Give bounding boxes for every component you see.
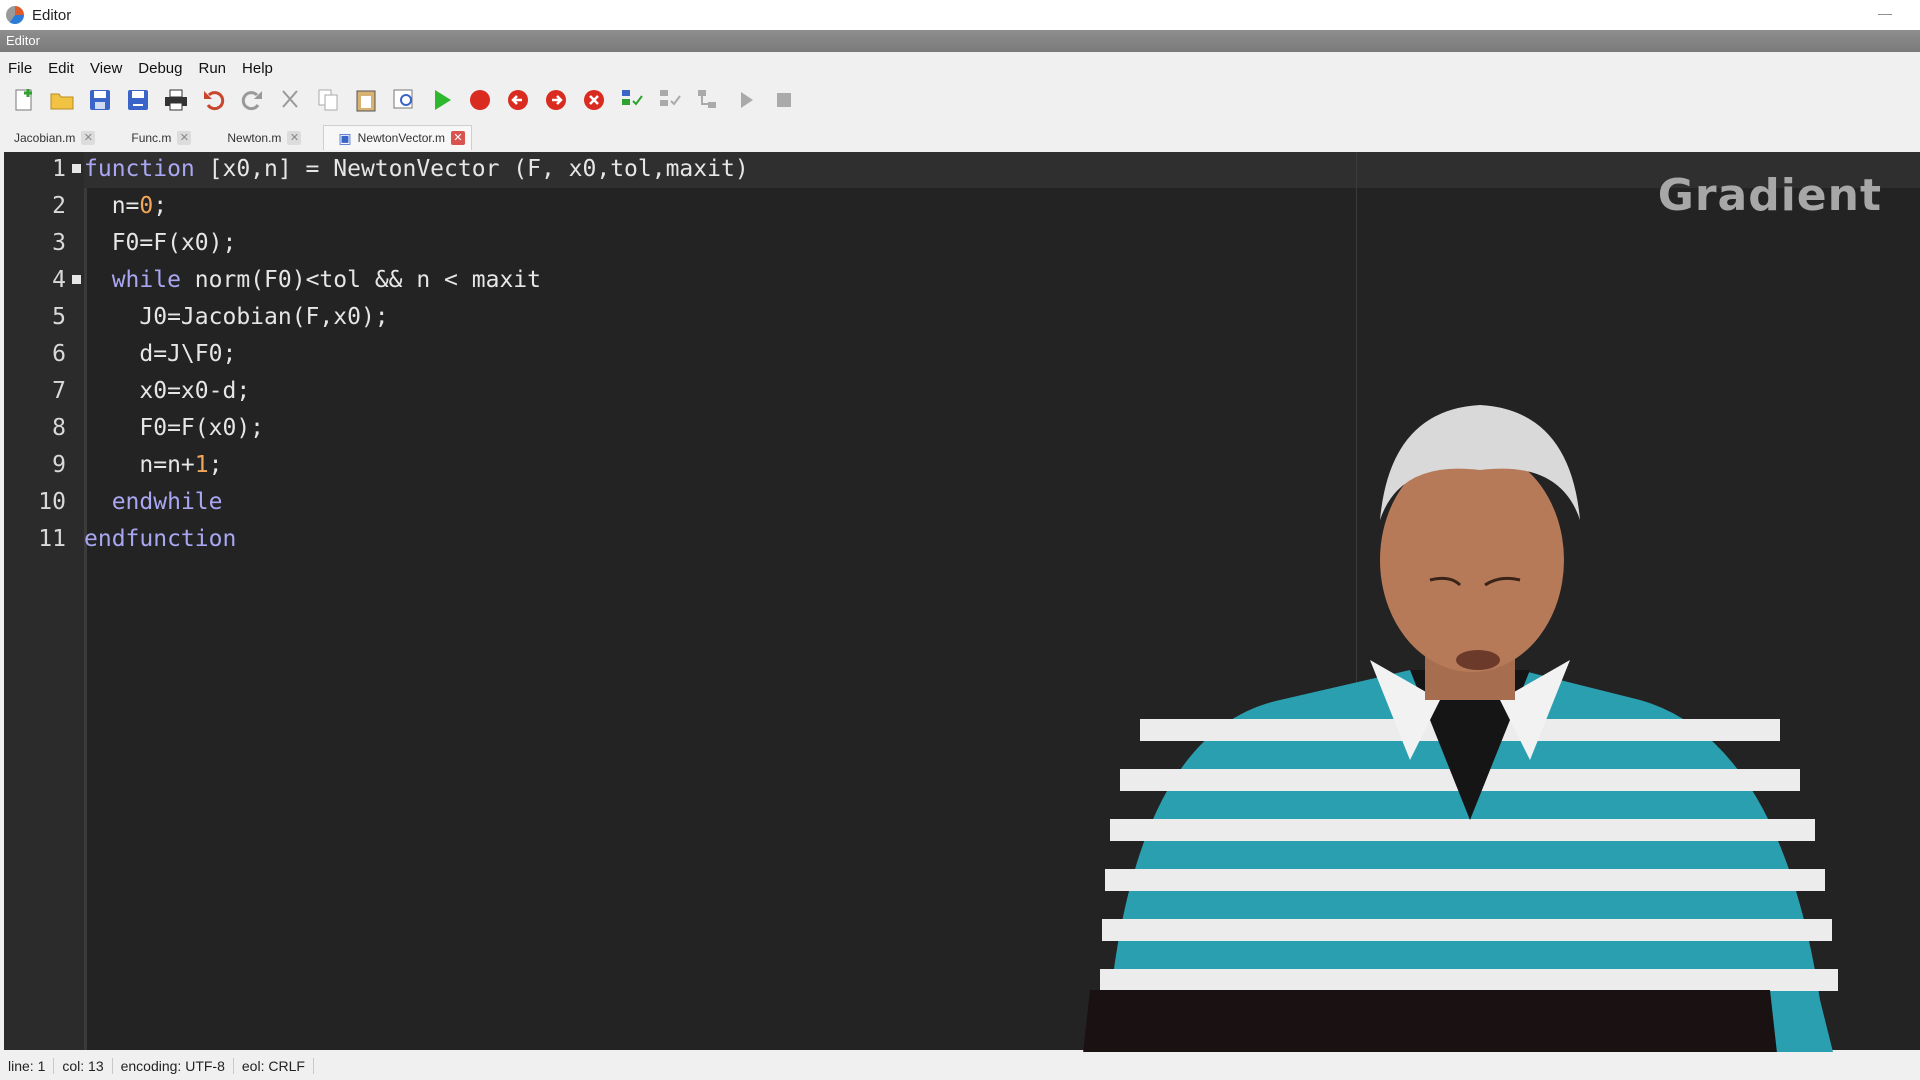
- window-title: Editor: [32, 6, 72, 24]
- previous-breakpoint-icon[interactable]: [504, 86, 532, 114]
- save-icon: ▣: [338, 129, 352, 146]
- menu-view[interactable]: View: [82, 60, 130, 77]
- line-number: 2: [52, 193, 66, 219]
- line-number: 1: [52, 156, 66, 182]
- code-text: n=n+1;: [139, 452, 223, 478]
- title-bar: Editor —: [0, 0, 1920, 30]
- octave-logo-icon: [6, 6, 24, 24]
- fold-marker-icon[interactable]: [72, 164, 81, 173]
- paste-icon[interactable]: [352, 86, 380, 114]
- code-line[interactable]: 3 F0=F(x0);: [4, 226, 1504, 263]
- code-text: n=0;: [111, 193, 168, 219]
- next-breakpoint-icon[interactable]: [542, 86, 570, 114]
- status-line: line: 1: [0, 1058, 55, 1074]
- remove-breakpoints-icon[interactable]: [580, 86, 608, 114]
- menu-debug[interactable]: Debug: [130, 60, 190, 77]
- line-number: 11: [38, 526, 66, 552]
- code-line[interactable]: 4 while norm(F0)<tol && n < maxit: [4, 263, 1504, 300]
- save-as-icon[interactable]: [124, 86, 152, 114]
- close-icon[interactable]: ✕: [81, 131, 96, 145]
- code-text: F0=F(x0);: [139, 415, 265, 441]
- line-number: 5: [52, 304, 66, 330]
- line-number: 9: [52, 452, 66, 478]
- line-number: 6: [52, 341, 66, 367]
- line-number: 3: [52, 230, 66, 256]
- status-bar: line: 1 col: 13 encoding: UTF-8 eol: CRL…: [0, 1052, 1920, 1080]
- tab-newton[interactable]: Newton.m ✕: [213, 126, 307, 150]
- code-line[interactable]: 2 n=0;: [4, 189, 1504, 226]
- code-line[interactable]: 1 function [x0,n] = NewtonVector (F, x0,t…: [4, 152, 1504, 189]
- tab-label: Func.m: [131, 131, 172, 145]
- close-icon[interactable]: ✕: [451, 131, 466, 145]
- fold-marker-icon[interactable]: [72, 275, 81, 284]
- code-text: F0=F(x0);: [111, 230, 237, 256]
- status-encoding: encoding: UTF-8: [113, 1058, 234, 1074]
- line-number: 8: [52, 415, 66, 441]
- close-icon[interactable]: ✕: [177, 131, 192, 145]
- step-out-icon[interactable]: [694, 86, 722, 114]
- status-eol: eol: CRLF: [234, 1058, 314, 1074]
- tab-func[interactable]: Func.m ✕: [117, 126, 197, 150]
- file-tabs: Jacobian.m ✕ Func.m ✕ Newton.m ✕ ▣ NewtonVec…: [0, 122, 1920, 150]
- code-text: J0=Jacobian(F,x0);: [139, 304, 389, 330]
- code-text: function [x0,n] = NewtonVector (F, x0,to…: [84, 156, 749, 182]
- save-icon[interactable]: [86, 86, 114, 114]
- line-number: 7: [52, 378, 66, 404]
- code-line[interactable]: 6 d=J\F0;: [4, 337, 1504, 374]
- find-replace-icon[interactable]: [390, 86, 418, 114]
- menu-help[interactable]: Help: [234, 60, 281, 77]
- close-icon[interactable]: ✕: [287, 131, 302, 145]
- tab-jacobian[interactable]: Jacobian.m ✕: [0, 126, 101, 150]
- code-text: endfunction: [84, 526, 237, 552]
- line-number: 4: [52, 267, 66, 293]
- watermark: Gradient: [1657, 170, 1882, 221]
- tab-label: Newton.m: [227, 131, 282, 145]
- undo-icon[interactable]: [200, 86, 228, 114]
- presenter-head: [1380, 405, 1580, 700]
- toolbar: [0, 82, 1920, 118]
- menu-bar: File Edit View Debug Run Help: [0, 54, 281, 82]
- menu-run[interactable]: Run: [190, 60, 234, 77]
- tab-label: Jacobian.m: [14, 131, 76, 145]
- code-text: d=J\F0;: [139, 341, 237, 367]
- tab-newtonvector[interactable]: ▣ NewtonVector.m ✕: [323, 125, 473, 150]
- code-line[interactable]: 5 J0=Jacobian(F,x0);: [4, 300, 1504, 337]
- presenter-video-overlay: [1080, 405, 1840, 1080]
- stop-icon[interactable]: [770, 86, 798, 114]
- editor-dock-title: Editor: [0, 30, 1920, 52]
- step-icon[interactable]: [618, 86, 646, 114]
- copy-icon[interactable]: [314, 86, 342, 114]
- menu-file[interactable]: File: [0, 60, 40, 77]
- step-in-icon[interactable]: [656, 86, 684, 114]
- menu-edit[interactable]: Edit: [40, 60, 82, 77]
- minimize-icon[interactable]: —: [1878, 5, 1892, 21]
- run-icon[interactable]: [428, 86, 456, 114]
- breakpoint-icon[interactable]: [466, 86, 494, 114]
- print-icon[interactable]: [162, 86, 190, 114]
- line-number: 10: [38, 489, 66, 515]
- code-text: while norm(F0)<tol && n < maxit: [111, 267, 541, 293]
- new-file-icon[interactable]: [10, 86, 38, 114]
- continue-icon[interactable]: [732, 86, 760, 114]
- code-text: endwhile: [111, 489, 223, 515]
- status-col: col: 13: [54, 1058, 113, 1074]
- tab-label: NewtonVector.m: [357, 131, 446, 145]
- code-text: x0=x0-d;: [139, 378, 251, 404]
- cut-icon[interactable]: [276, 86, 304, 114]
- open-file-icon[interactable]: [48, 86, 76, 114]
- redo-icon[interactable]: [238, 86, 266, 114]
